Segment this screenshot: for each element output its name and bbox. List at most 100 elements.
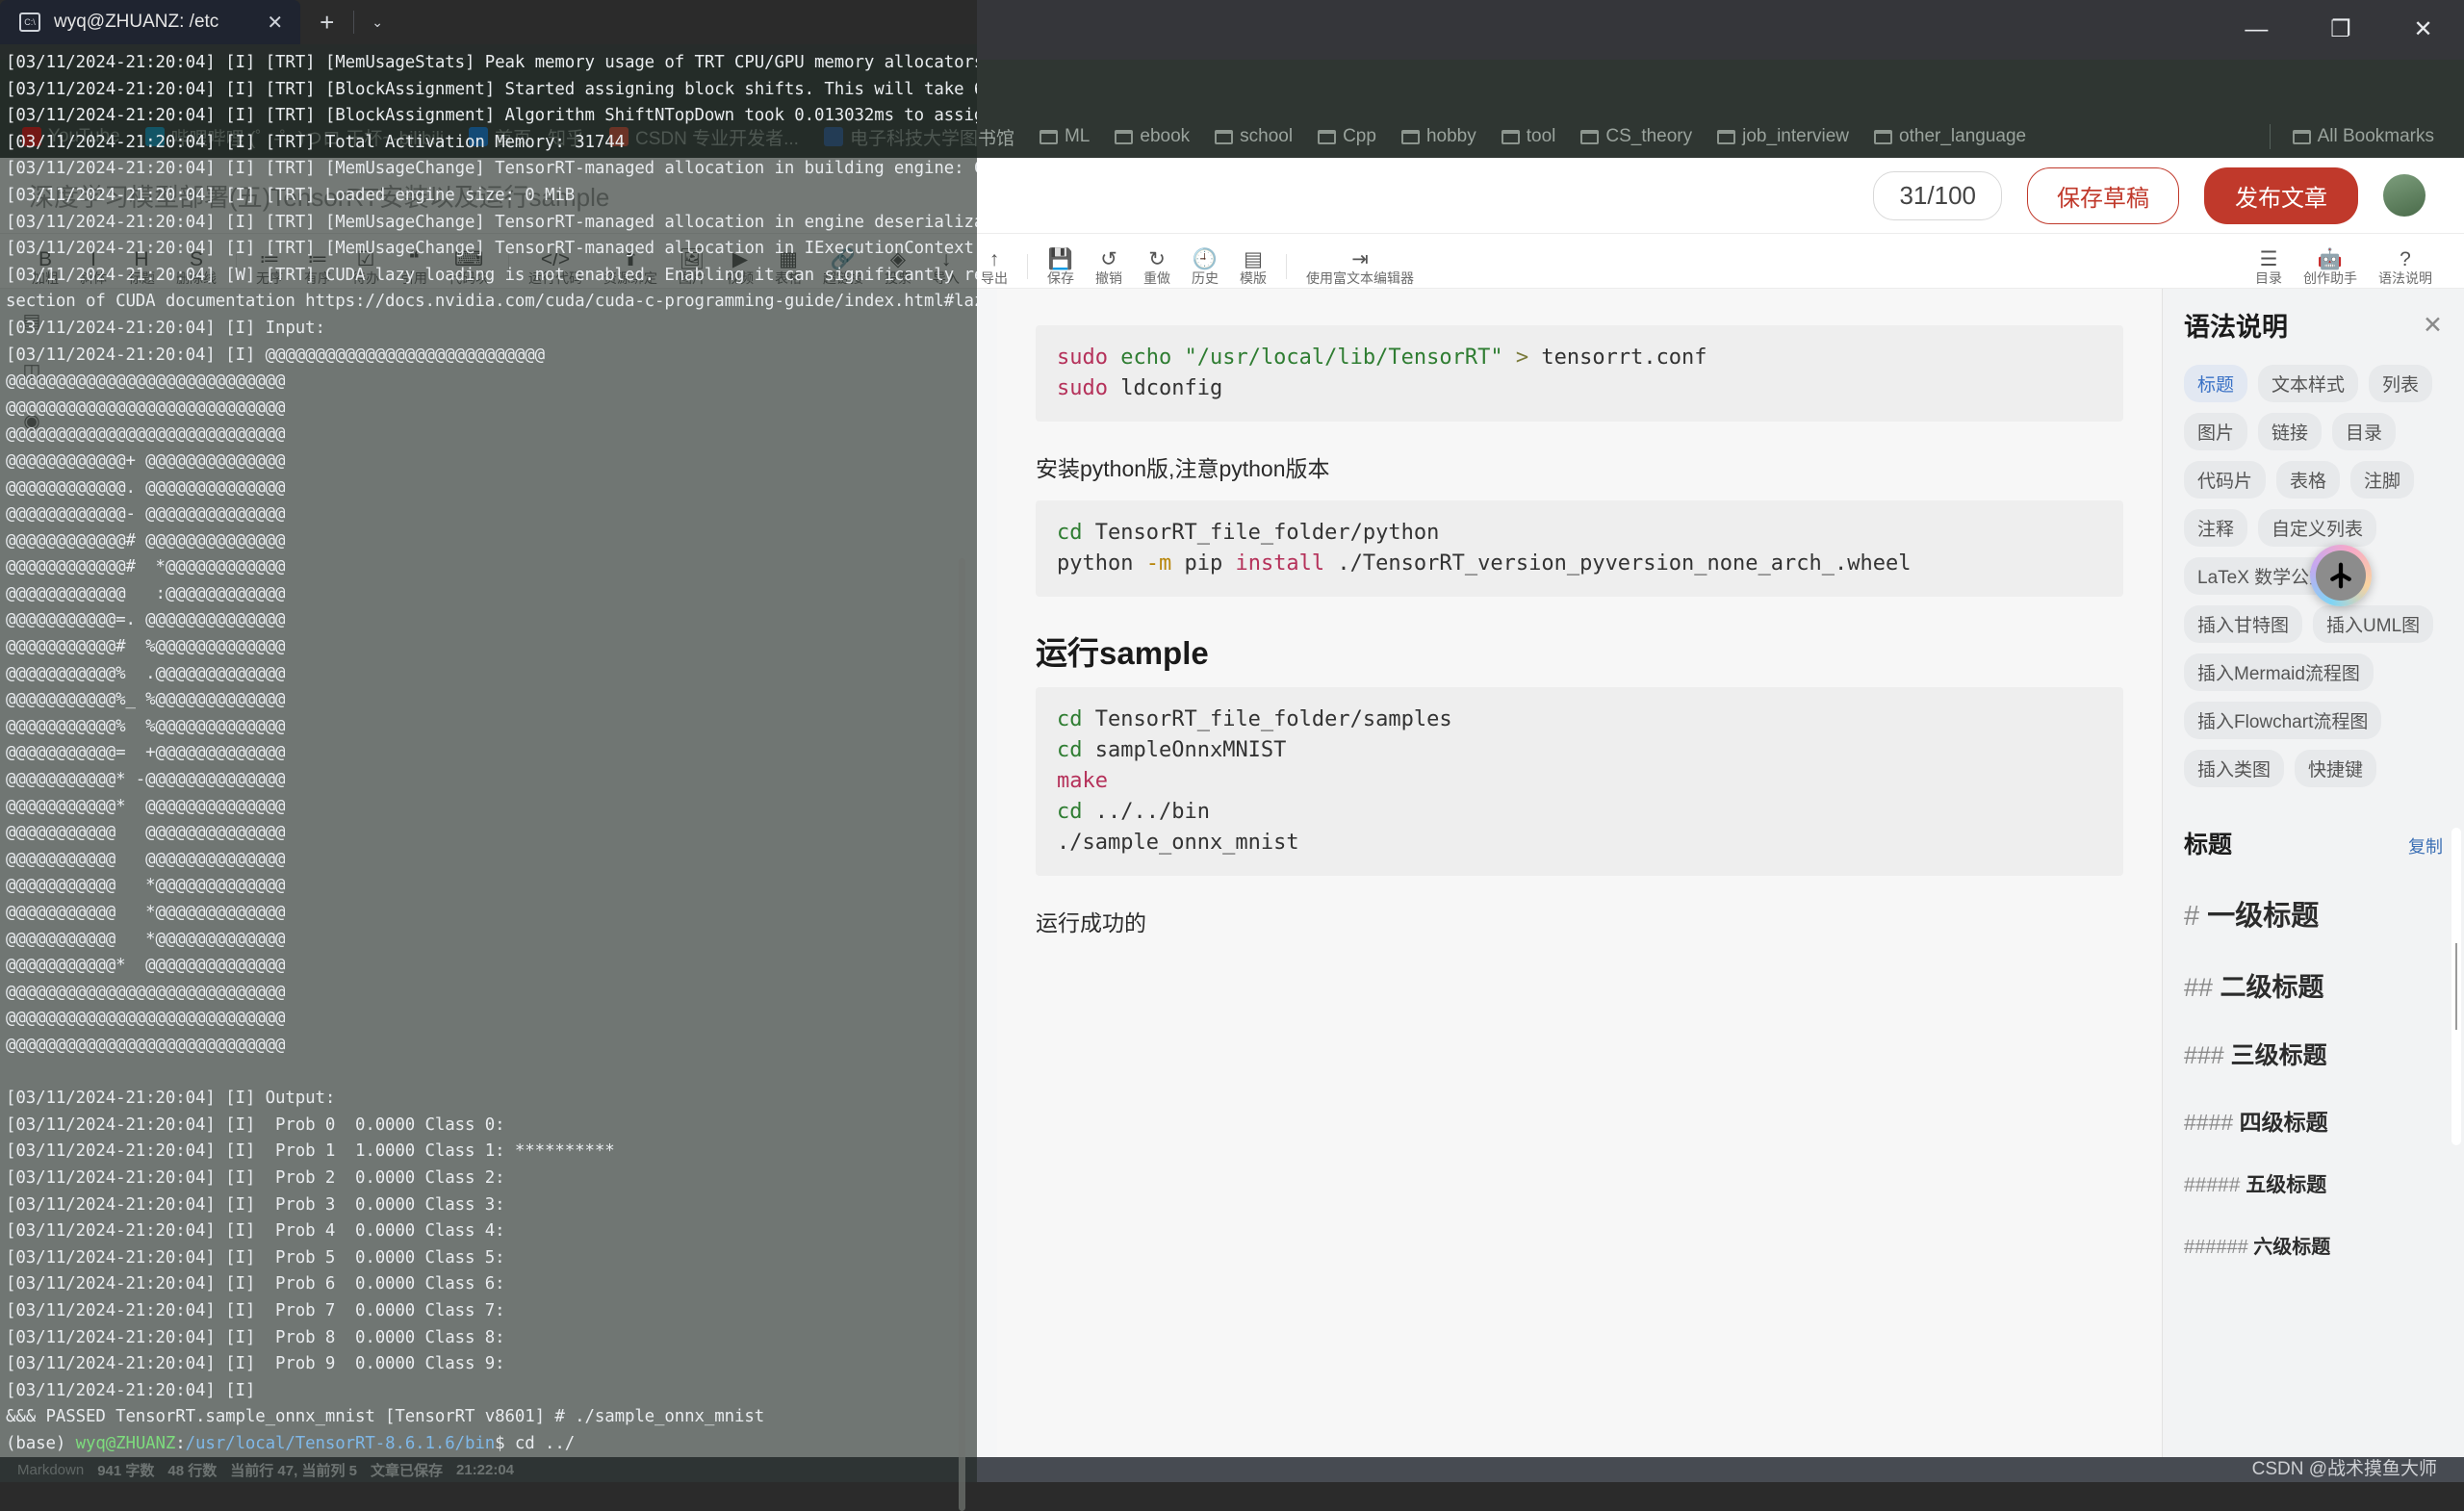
bookmark-folder[interactable]: job_interview — [1708, 123, 1858, 150]
panel-title: 语法说明 — [2184, 306, 2288, 344]
word-count-badge: 31/100 — [1873, 171, 2002, 220]
syntax-chip-7[interactable]: 表格 — [2276, 461, 2340, 499]
ai-assistant-orb[interactable] — [2310, 545, 2372, 606]
code-token: sampleOnnxMNIST — [1083, 738, 1287, 762]
folder-icon — [2293, 130, 2311, 144]
syntax-chip-16[interactable]: 插入类图 — [2184, 750, 2284, 787]
heading-hash: ###### — [2184, 1237, 2253, 1258]
bookmarks-bar-right: All Bookmarks — [2270, 123, 2464, 150]
terminal-window: C:\ wyq@ZHUANZ: /etc ✕ + ⌄ [03/11/2024-2… — [0, 0, 977, 1482]
close-icon[interactable]: ✕ — [2413, 18, 2432, 41]
terminal-line: [03/11/2024-21:20:04] [I] [TRT] Loaded e… — [6, 183, 969, 210]
syntax-chip-13[interactable]: 插入UML图 — [2313, 605, 2433, 643]
toolbar-icon: ↑ — [989, 248, 1000, 271]
bookmark-folder[interactable]: other_language — [1865, 123, 2035, 150]
code-line: python -m pip install ./TensorRT_version… — [1057, 549, 2102, 579]
terminal-line: @@@@@@@@@@@@@@@@@@@@@@@@@@@@ — [6, 369, 969, 396]
syntax-chip-17[interactable]: 快捷键 — [2295, 750, 2376, 787]
heading-example-6: ###### 六级标题 — [2184, 1231, 2443, 1259]
terminal-line: [03/11/2024-21:20:04] [I] [TRT] [MemUsag… — [6, 50, 969, 77]
bookmark-folder[interactable]: tool — [1493, 123, 1565, 150]
close-icon[interactable]: ✕ — [267, 11, 283, 35]
terminal-tab[interactable]: C:\ wyq@ZHUANZ: /etc ✕ — [0, 0, 300, 44]
terminal-scrollbar[interactable] — [959, 558, 965, 1511]
terminal-line: section of CUDA documentation https://do… — [6, 289, 969, 316]
terminal-line: [03/11/2024-21:20:04] [I] — [6, 1378, 969, 1405]
panel-scrollbar[interactable] — [2451, 828, 2461, 1145]
toolbar-button-18[interactable]: 💾保存 — [1037, 234, 1085, 288]
syntax-chip-3[interactable]: 图片 — [2184, 413, 2247, 450]
toolbar-button-101[interactable]: 🤖创作助手 — [2293, 234, 2368, 288]
terminal-line: @@@@@@@@@@@@# *@@@@@@@@@@@@ — [6, 554, 969, 581]
prompt-colon: : — [175, 1434, 185, 1453]
preview-heading: 运行sample — [1036, 627, 2123, 674]
minimize-icon[interactable]: — — [2245, 18, 2268, 41]
code-token: sudo — [1057, 346, 1108, 370]
toolbar-button-102[interactable]: ?语法说明 — [2368, 234, 2443, 288]
terminal-line: @@@@@@@@@@@ @@@@@@@@@@@@@@ — [6, 820, 969, 847]
maximize-icon[interactable]: ❐ — [2330, 18, 2351, 41]
toolbar-button-21[interactable]: 🕘历史 — [1181, 234, 1229, 288]
syntax-chip-5[interactable]: 目录 — [2332, 413, 2396, 450]
toolbar-label: 保存 — [1047, 271, 1074, 288]
all-bookmarks-button[interactable]: All Bookmarks — [2284, 123, 2443, 150]
terminal-line: [03/11/2024-21:20:04] [I] [TRT] Total Ac… — [6, 130, 969, 157]
copy-button[interactable]: 复制 — [2408, 833, 2443, 858]
bookmark-folder[interactable]: school — [1206, 123, 1301, 150]
avatar[interactable] — [2383, 174, 2426, 217]
syntax-chip-8[interactable]: 注脚 — [2350, 461, 2414, 499]
terminal-output[interactable]: [03/11/2024-21:20:04] [I] [TRT] [MemUsag… — [0, 44, 977, 1482]
terminal-line: [03/11/2024-21:20:04] [I] Prob 6 0.0000 … — [6, 1271, 969, 1298]
ai-orb-inner — [2316, 551, 2366, 601]
save-draft-button[interactable]: 保存草稿 — [2027, 167, 2179, 224]
terminal-line: @@@@@@@@@@@ *@@@@@@@@@@@@@ — [6, 927, 969, 954]
syntax-chip-14[interactable]: 插入Mermaid流程图 — [2184, 653, 2374, 691]
syntax-chip-6[interactable]: 代码片 — [2184, 461, 2266, 499]
bookmarks-divider — [2270, 124, 2271, 149]
code-token: install — [1235, 551, 1324, 576]
folder-icon — [1318, 130, 1336, 144]
bookmark-folder[interactable]: CS_theory — [1572, 123, 1701, 150]
folder-icon — [1874, 130, 1892, 144]
heading-hash: #### — [2184, 1110, 2240, 1135]
syntax-chip-2[interactable]: 列表 — [2369, 365, 2432, 402]
prompt-path: /usr/local/TensorRT-8.6.1.6/bin — [186, 1434, 495, 1453]
prompt-user: wyq@ZHUANZ — [76, 1434, 176, 1453]
syntax-chip-4[interactable]: 链接 — [2258, 413, 2322, 450]
terminal-line: @@@@@@@@@@@ *@@@@@@@@@@@@@ — [6, 873, 969, 900]
syntax-chip-1[interactable]: 文本样式 — [2258, 365, 2358, 402]
syntax-chip-0[interactable]: 标题 — [2184, 365, 2247, 402]
syntax-help-header: 语法说明 ✕ — [2184, 306, 2443, 344]
syntax-chip-9[interactable]: 注释 — [2184, 509, 2247, 547]
syntax-chip-12[interactable]: 插入甘特图 — [2184, 605, 2302, 643]
syntax-chip-15[interactable]: 插入Flowchart流程图 — [2184, 702, 2381, 739]
terminal-line: [03/11/2024-21:20:04] [W] [TRT] CUDA laz… — [6, 263, 969, 290]
terminal-line: [03/11/2024-21:20:04] [I] @@@@@@@@@@@@@@… — [6, 343, 969, 370]
syntax-chip-10[interactable]: 自定义列表 — [2258, 509, 2376, 547]
terminal-line: @@@@@@@@@@@@@@@@@@@@@@@@@@@@ — [6, 1006, 969, 1033]
toolbar-button-19[interactable]: ↺撤销 — [1085, 234, 1133, 288]
terminal-line: @@@@@@@@@@@* -@@@@@@@@@@@@@@ — [6, 767, 969, 794]
publish-article-button[interactable]: 发布文章 — [2204, 167, 2358, 224]
syntax-section-header: 标题 复制 — [2184, 826, 2443, 860]
bookmark-folder[interactable]: Cpp — [1309, 123, 1385, 150]
close-icon[interactable]: ✕ — [2423, 311, 2443, 340]
bookmark-folder[interactable]: ebook — [1106, 123, 1198, 150]
bookmark-folder[interactable]: hobby — [1393, 123, 1485, 150]
toolbar-button-23[interactable]: ⇥使用富文本编辑器 — [1296, 234, 1424, 288]
bookmark-folder[interactable]: ML — [1031, 123, 1098, 150]
terminal-line: @@@@@@@@@@@= +@@@@@@@@@@@@@ — [6, 740, 969, 767]
toolbar-button-22[interactable]: ▤模版 — [1229, 234, 1277, 288]
terminal-line: @@@@@@@@@@@@@@@@@@@@@@@@@@@@ — [6, 1033, 969, 1060]
terminal-line: @@@@@@@@@@@@@@@@@@@@@@@@@@@@ — [6, 396, 969, 423]
toolbar-button-20[interactable]: ↻重做 — [1133, 234, 1181, 288]
toolbar-button-100[interactable]: ☰目录 — [2245, 234, 2293, 288]
toolbar-button-17[interactable]: ↑导出 — [970, 234, 1018, 288]
terminal-line: [03/11/2024-21:20:04] [I] Prob 0 0.0000 … — [6, 1113, 969, 1140]
chevron-down-icon[interactable]: ⌄ — [354, 14, 400, 31]
code-line: sudo ldconfig — [1057, 373, 2102, 404]
folder-icon — [1401, 130, 1420, 144]
new-tab-icon[interactable]: + — [300, 8, 353, 38]
folder-icon — [1215, 130, 1233, 144]
folder-icon — [1040, 130, 1058, 144]
